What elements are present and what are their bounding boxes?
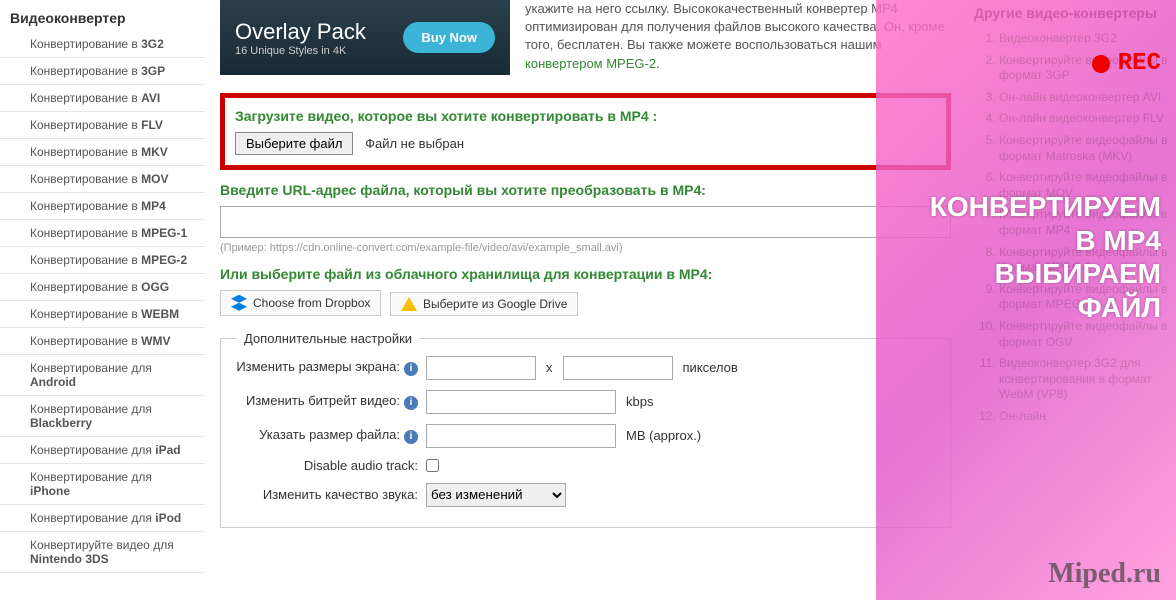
bitrate-input[interactable]	[426, 390, 616, 414]
cloud-section-title: Или выберите файл из облачного хранилища…	[220, 266, 951, 282]
sidebar-item-3gp[interactable]: Конвертирование в 3GP	[0, 58, 205, 85]
sidebar-item-ogg[interactable]: Конвертирование в OGG	[0, 274, 205, 301]
sidebar-item-iphone[interactable]: Конвертирование для iPhone	[0, 464, 205, 505]
rec-dot-icon	[1092, 55, 1110, 73]
banner-subtitle: 16 Unique Styles in 4K	[235, 45, 366, 57]
url-section-title: Введите URL-адрес файла, который вы хоти…	[220, 182, 951, 198]
sidebar-item-wmv[interactable]: Конвертирование в WMV	[0, 328, 205, 355]
sidebar-item-mpeg-2[interactable]: Конвертирование в MPEG-2	[0, 247, 205, 274]
main-content: Overlay Pack 16 Unique Styles in 4K Buy …	[205, 0, 966, 600]
gdrive-button[interactable]: Выберите из Google Drive	[390, 292, 578, 316]
sidebar-item-ipad[interactable]: Конвертирование для iPad	[0, 437, 205, 464]
dropbox-icon	[231, 295, 247, 311]
sidebar-item-flv[interactable]: Конвертирование в FLV	[0, 112, 205, 139]
gdrive-icon	[401, 297, 417, 311]
sidebar-item-ipod[interactable]: Конвертирование для iPod	[0, 505, 205, 532]
watermark: Miped.ru	[1048, 558, 1161, 590]
filesize-input[interactable]	[426, 424, 616, 448]
mpeg2-link[interactable]: конвертером MPEG-2	[525, 56, 656, 71]
disable-audio-checkbox[interactable]	[426, 459, 439, 472]
upload-highlight-box: Загрузите видео, которое вы хотите конве…	[220, 93, 951, 170]
sidebar-item-mpeg-1[interactable]: Конвертирование в MPEG-1	[0, 220, 205, 247]
converter-link-0[interactable]: Видеоконвертер 3G2	[999, 31, 1168, 47]
overlay-caption: КОНВЕРТИРУЕМ В MP4 ВЫБИРАЕМ ФАЙЛ	[911, 190, 1161, 324]
right-sidebar-title: Другие видео-конвертеры	[974, 5, 1168, 21]
sidebar-item-blackberry[interactable]: Конвертирование для Blackberry	[0, 396, 205, 437]
url-input[interactable]	[220, 206, 951, 238]
settings-legend: Дополнительные настройки	[236, 331, 420, 346]
converter-link-11[interactable]: Он-лайн	[999, 409, 1168, 425]
description-text: укажите на него ссылку. Высококачественн…	[525, 0, 951, 73]
sidebar-item-webm[interactable]: Конвертирование в WEBM	[0, 301, 205, 328]
buy-now-button[interactable]: Buy Now	[403, 22, 495, 53]
converter-link-3[interactable]: Он-лайн видеоконвертер FLV	[999, 111, 1168, 127]
dropbox-button[interactable]: Choose from Dropbox	[220, 290, 381, 316]
banner-title: Overlay Pack	[235, 19, 366, 45]
audio-quality-select[interactable]: без изменений	[426, 483, 566, 507]
left-sidebar-title: Видеоконвертер	[0, 5, 205, 31]
rec-badge: REC	[1092, 50, 1161, 77]
sidebar-item-mov[interactable]: Конвертирование в MOV	[0, 166, 205, 193]
choose-file-button[interactable]: Выберите файл	[235, 132, 353, 155]
file-status: Файл не выбран	[365, 136, 464, 151]
sidebar-item-avi[interactable]: Конвертирование в AVI	[0, 85, 205, 112]
converter-link-4[interactable]: Конвертируйте видеофайлы в формат Matros…	[999, 133, 1168, 164]
converter-link-10[interactable]: Видеоконвертер 3G2 для конвертирования в…	[999, 356, 1168, 403]
height-input[interactable]	[563, 356, 673, 380]
sidebar-item-android[interactable]: Конвертирование для Android	[0, 355, 205, 396]
upload-title: Загрузите видео, которое вы хотите конве…	[235, 108, 936, 124]
url-hint: (Пример: https://cdn.online-convert.com/…	[220, 242, 951, 254]
width-input[interactable]	[426, 356, 536, 380]
info-icon[interactable]: i	[404, 430, 418, 444]
converter-link-2[interactable]: Он-лайн видеоконвертер AVI	[999, 90, 1168, 106]
banner-overlay-pack[interactable]: Overlay Pack 16 Unique Styles in 4K Buy …	[220, 0, 510, 75]
sidebar-item-mp4[interactable]: Конвертирование в MP4	[0, 193, 205, 220]
settings-fieldset: Дополнительные настройки Изменить размер…	[220, 331, 951, 528]
info-icon[interactable]: i	[404, 362, 418, 376]
sidebar-item-3g2[interactable]: Конвертирование в 3G2	[0, 31, 205, 58]
sidebar-item-nintendo 3ds[interactable]: Конвертируйте видео для Nintendo 3DS	[0, 532, 205, 573]
info-icon[interactable]: i	[404, 396, 418, 410]
left-sidebar: Видеоконвертер Конвертирование в 3G2Конв…	[0, 0, 205, 600]
sidebar-item-mkv[interactable]: Конвертирование в MKV	[0, 139, 205, 166]
